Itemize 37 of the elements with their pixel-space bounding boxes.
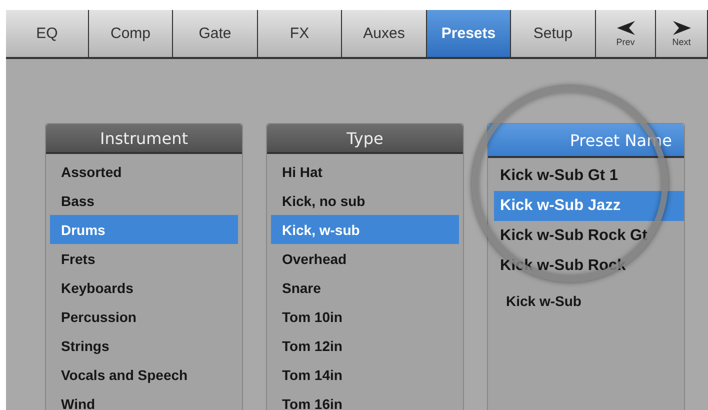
list-item[interactable]: Kick w-Sub Rock [494, 251, 684, 281]
tab[interactable]: Auxes [342, 10, 427, 57]
list-item[interactable]: Bass [50, 186, 238, 215]
right-arrow-icon [672, 20, 690, 34]
list-item[interactable]: Kick, w-sub [271, 215, 459, 244]
next-button[interactable]: Next [656, 10, 708, 57]
tab[interactable]: Setup [511, 10, 596, 57]
list-item[interactable]: Kick w-Sub Gt 1 [494, 161, 684, 191]
tab[interactable]: Gate [173, 10, 258, 57]
list-item[interactable]: Strings [50, 331, 238, 360]
list-item[interactable]: Tom 10in [271, 302, 459, 331]
left-arrow-icon [616, 20, 634, 34]
list-item[interactable]: Hi Hat [271, 157, 459, 186]
list-item[interactable]: Tom 14in [271, 360, 459, 389]
prev-button[interactable]: Prev [596, 10, 656, 57]
list-item[interactable]: Frets [50, 244, 238, 273]
list-item[interactable]: Assorted [50, 157, 238, 186]
list-item[interactable]: Keyboards [50, 273, 238, 302]
tab[interactable]: FX [258, 10, 342, 57]
list-item[interactable]: Tom 16in [271, 389, 459, 410]
list-item[interactable]: Kick w-Sub Rock Gt [494, 221, 684, 251]
list-item[interactable]: Kick w-Sub [494, 281, 684, 309]
tab[interactable]: Presets [427, 10, 511, 57]
list-item[interactable]: Kick w-Sub Jazz [494, 191, 684, 221]
list-item[interactable]: Snare [271, 273, 459, 302]
list-item[interactable]: Tom 12in [271, 331, 459, 360]
column-header: Type [267, 124, 463, 154]
list-item[interactable]: Overhead [271, 244, 459, 273]
column-header: Preset Name [488, 124, 684, 158]
tab[interactable]: EQ [6, 10, 89, 57]
list-item[interactable]: Wind [50, 389, 238, 410]
list-item[interactable]: Kick, no sub [271, 186, 459, 215]
list-item[interactable]: Vocals and Speech [50, 360, 238, 389]
column-header: Instrument [46, 124, 242, 154]
list-item[interactable]: Drums [50, 215, 238, 244]
list-item[interactable]: Percussion [50, 302, 238, 331]
tab[interactable]: Comp [89, 10, 173, 57]
